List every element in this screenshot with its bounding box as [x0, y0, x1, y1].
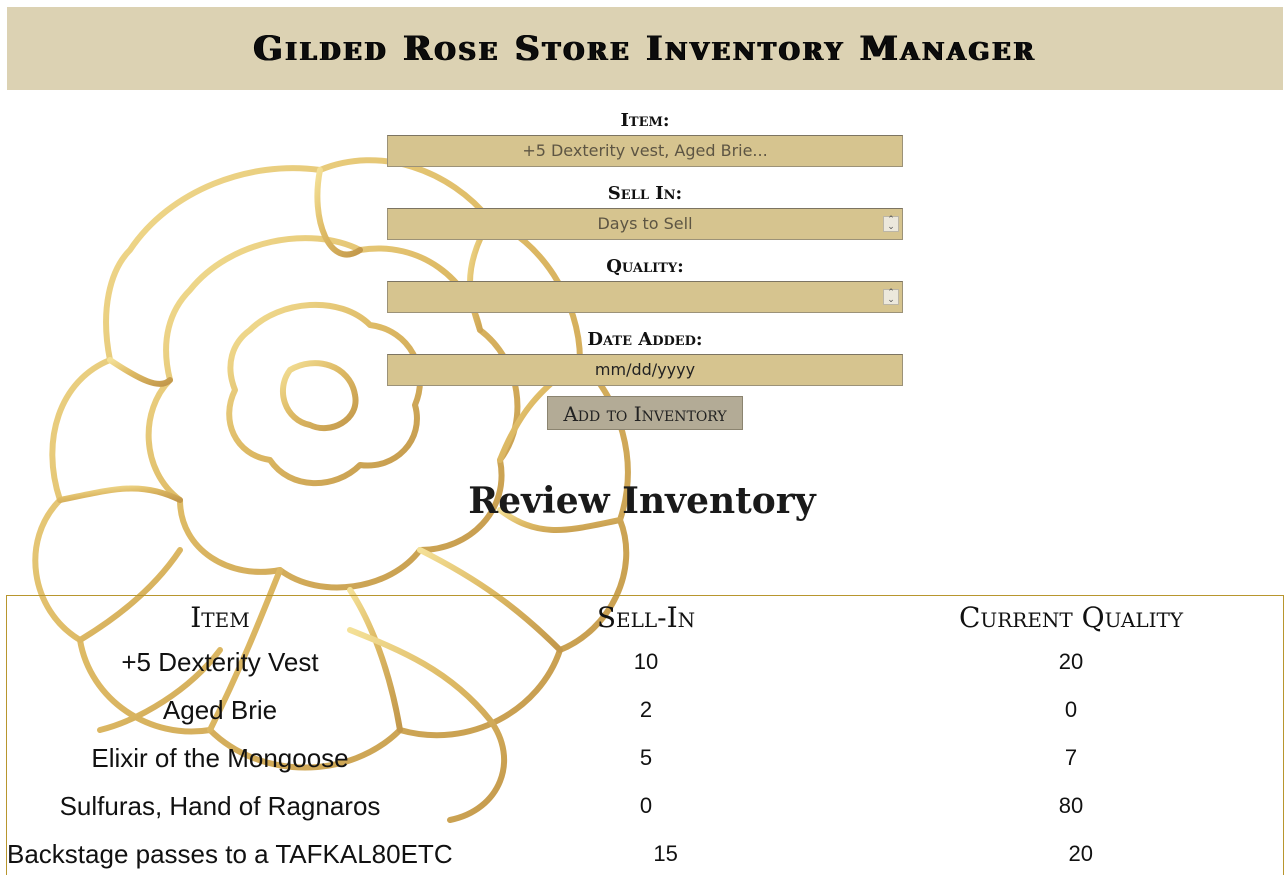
page: Gilded Rose Store Inventory Manager Item…	[0, 0, 1284, 875]
quality-input[interactable]: ⌃ ⌄	[387, 281, 903, 313]
date-added-placeholder: mm/dd/yyyy	[594, 360, 696, 379]
date-added-label: Date Added:	[587, 329, 703, 350]
item-name: Aged Brie	[162, 694, 278, 725]
item-sell-in: 5	[639, 745, 653, 770]
item-placeholder: +5 Dexterity vest, Aged Brie...	[522, 141, 768, 160]
item-quality: 20	[1058, 649, 1084, 674]
item-input[interactable]: +5 Dexterity vest, Aged Brie...	[387, 135, 903, 167]
inventory-table: Item Sell-In Current Quality +5 Dexterit…	[6, 595, 1284, 875]
item-sell-in: 15	[653, 841, 678, 866]
table-row: Sulfuras, Hand of Ragnaros 0 80	[7, 782, 1283, 830]
item-name: +5 Dexterity Vest	[121, 646, 319, 677]
column-header-item: Item	[190, 600, 250, 634]
page-title: Gilded Rose Store Inventory Manager	[253, 28, 1037, 69]
quality-label: Quality:	[606, 256, 684, 277]
item-label: Item:	[620, 110, 670, 131]
add-item-form: Item: +5 Dexterity vest, Aged Brie... Se…	[387, 105, 903, 430]
review-inventory-title: Review Inventory	[468, 480, 816, 522]
column-header-sell-in: Sell-In	[596, 600, 696, 634]
table-header-row: Item Sell-In Current Quality	[7, 596, 1283, 638]
date-added-input[interactable]: mm/dd/yyyy	[387, 354, 903, 386]
item-quality: 80	[1058, 793, 1084, 818]
table-row: Elixir of the Mongoose 5 7	[7, 734, 1283, 782]
item-sell-in: 2	[639, 697, 653, 722]
add-to-inventory-button[interactable]: Add to Inventory	[547, 396, 743, 430]
quality-spinner-icon[interactable]: ⌃ ⌄	[883, 289, 899, 305]
table-row: Aged Brie 2 0	[7, 686, 1283, 734]
item-name: Elixir of the Mongoose	[91, 742, 349, 773]
item-name: Sulfuras, Hand of Ragnaros	[59, 790, 381, 821]
item-name: Backstage passes to a TAFKAL80ETC	[7, 838, 453, 869]
item-sell-in: 10	[633, 649, 659, 674]
sell-in-placeholder: Days to Sell	[597, 214, 693, 233]
item-sell-in: 0	[639, 793, 653, 818]
item-quality: 7	[1064, 745, 1078, 770]
column-header-quality: Current Quality	[958, 600, 1184, 634]
page-header: Gilded Rose Store Inventory Manager	[7, 7, 1283, 90]
item-quality: 0	[1064, 697, 1078, 722]
table-row: +5 Dexterity Vest 10 20	[7, 638, 1283, 686]
sell-in-input[interactable]: Days to Sell ⌃ ⌄	[387, 208, 903, 240]
table-row: Backstage passes to a TAFKAL80ETC 15 20	[7, 830, 1283, 875]
sell-in-label: Sell In:	[607, 183, 683, 204]
sell-in-spinner-icon[interactable]: ⌃ ⌄	[883, 216, 899, 232]
item-quality: 20	[1068, 841, 1094, 866]
